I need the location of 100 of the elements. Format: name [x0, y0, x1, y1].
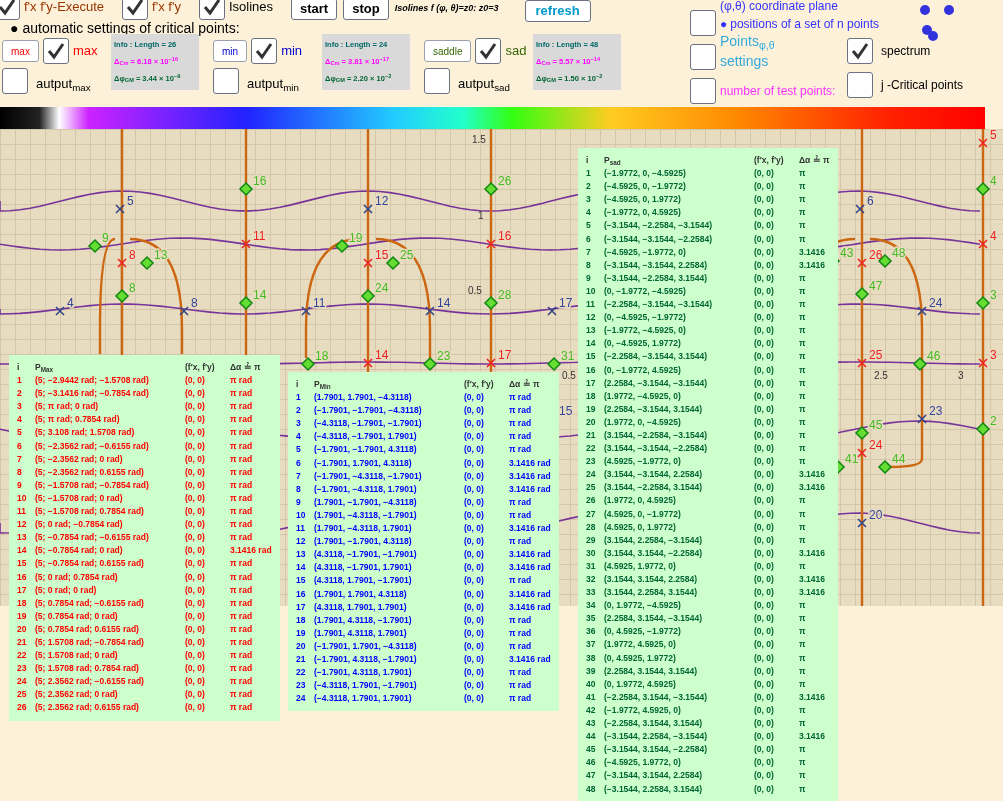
table-cell: π rad	[230, 701, 253, 715]
point-label: 9	[102, 231, 109, 245]
table-cell-text: (0, 0)	[185, 452, 206, 466]
cross-marker	[857, 518, 867, 528]
table-cell-text: 3	[17, 400, 23, 414]
table-cell-text: 23	[296, 679, 307, 693]
table-cell-text: 20	[586, 415, 597, 429]
table-cell: π	[799, 612, 806, 626]
table-cell-text: (0, 0)	[185, 374, 206, 388]
checkbox[interactable]	[42, 38, 69, 64]
table-cell-text: (0, 0)	[464, 652, 485, 666]
table-header: Δα ≟ π	[799, 154, 830, 167]
axis-label: 0.5	[468, 285, 482, 296]
diamond-marker	[975, 295, 991, 311]
table-cell-text: (5; 1.5708 rad; 0 rad)	[35, 649, 119, 663]
table-cell: 3.1416	[799, 690, 825, 704]
table-cell: π	[799, 298, 806, 312]
checkbox[interactable]	[690, 78, 716, 104]
table-cell-text: (−3.1544, −3.1544, −2.2584)	[604, 232, 713, 246]
table-cell-text: (0, 0)	[754, 258, 775, 272]
diamond-marker	[238, 181, 254, 197]
checkbox[interactable]	[424, 68, 450, 94]
table-cell-text: 23	[17, 662, 28, 676]
table-cell-text: (0, 0)	[754, 703, 775, 717]
table-cell-text: 20	[17, 622, 28, 636]
table-cell: 3.1416 rad	[509, 482, 551, 496]
table-cell-text: (5; −0.7854 rad; 0.6155 rad)	[35, 557, 145, 571]
detect-button[interactable]: saddle	[424, 40, 472, 62]
table-cell-text: 24	[17, 675, 28, 689]
table-cell: 3.1416	[799, 468, 825, 482]
table-cell-text: 8	[17, 465, 23, 479]
point-label: 41	[845, 452, 859, 466]
checkbox[interactable]	[198, 0, 225, 20]
table-cell-text: (0, 0)	[185, 596, 206, 610]
checkbox[interactable]	[2, 68, 28, 94]
axis-label: 0.5	[562, 370, 576, 381]
table-cell-text: (0, 0)	[464, 626, 485, 640]
checkbox[interactable]	[122, 0, 149, 20]
table-cell-text: 1	[586, 167, 592, 181]
checkbox-label: autput$_{max}$	[36, 75, 91, 94]
table-cell-text: (5; π rad; 0 rad)	[35, 400, 100, 414]
table-cell-text: (1.9772, −4.5925, 0)	[604, 389, 682, 403]
checkbox[interactable]	[847, 38, 873, 64]
table-cell-text: 23	[586, 455, 597, 469]
table-cell-text: (5; −0.7854 rad; −0.6155 rad)	[35, 531, 150, 545]
detect-button[interactable]: min	[213, 40, 248, 62]
table-cell-text: (0, 0)	[464, 430, 485, 444]
checkbox[interactable]	[213, 68, 239, 94]
checkbox[interactable]	[690, 10, 716, 36]
point-label: 25	[400, 248, 414, 262]
table-cell-text: 38	[586, 651, 597, 665]
checkbox[interactable]	[847, 72, 873, 98]
table-cell-text: (0, 0)	[754, 311, 775, 325]
checkbox[interactable]	[475, 38, 502, 64]
table-cell-text: 47	[586, 769, 597, 783]
table-cell-text: 32	[586, 573, 597, 586]
table-cell: π	[799, 350, 806, 364]
table-cell-text: 1	[296, 391, 302, 405]
table-cell: π	[799, 206, 806, 220]
table-cell-text: 10	[17, 491, 28, 505]
table-cell-text: (5; 0.7854 rad; 0.6155 rad)	[35, 622, 140, 636]
table-cell-text: (0, 0)	[754, 756, 775, 770]
diamond-marker	[114, 288, 130, 304]
table-cell: π rad	[230, 675, 253, 689]
table-cell-text: 21	[296, 652, 307, 666]
table-cell-text: (1.9772, 0, −4.5925)	[604, 415, 682, 429]
table-cell: π rad	[509, 679, 532, 693]
table-cell: π	[799, 494, 806, 508]
table-cell: 3.1416 rad	[509, 469, 551, 483]
table-cell-text: (0, 0)	[185, 413, 206, 427]
table-cell-text: 17	[17, 583, 28, 597]
cross-marker	[486, 358, 496, 368]
table-cell-text: (1.7901, −4.3118, −1.7901)	[314, 508, 418, 522]
toolbar-button[interactable]: stop	[343, 0, 389, 20]
cross-marker	[978, 239, 988, 249]
table-cell-text: (0, 0)	[185, 544, 206, 558]
table-cell-text: (0, 0)	[754, 298, 775, 312]
table-cell: π	[799, 507, 806, 521]
table-cell: π rad	[509, 535, 532, 549]
table-cell-text: (0, 4.5925, −1.9772)	[604, 625, 682, 639]
detect-button[interactable]: max	[2, 40, 39, 62]
checkbox[interactable]	[690, 44, 716, 70]
table-cell-text: (0, 0)	[185, 649, 206, 663]
table-cell-text: (−4.3118, −1.7901, 1.7901)	[314, 430, 418, 444]
table-cell-text: (5; −2.3562 rad; −0.6155 rad)	[35, 439, 150, 453]
table-cell-text: (5; 0.7854 rad; −0.6155 rad)	[35, 596, 145, 610]
table-cell-text: 6	[586, 232, 592, 246]
table-header: (f′x, f′y)	[464, 378, 495, 391]
point-label: 2	[990, 414, 997, 428]
table-cell: π	[799, 455, 806, 469]
point-label: 3	[990, 348, 997, 362]
table-cell-text: 16	[586, 363, 597, 377]
table-cell-text: (0, 0)	[185, 426, 206, 440]
table-cell-text: (−4.5925, 0, −1.9772)	[604, 180, 687, 194]
table-cell-text: (0, 0)	[754, 586, 775, 600]
toolbar-button[interactable]: start	[291, 0, 338, 20]
table-header: Δα ≟ π	[230, 361, 261, 374]
table-cell-text: 26	[17, 701, 28, 715]
diamond-marker	[975, 181, 991, 197]
checkbox[interactable]	[251, 38, 278, 64]
